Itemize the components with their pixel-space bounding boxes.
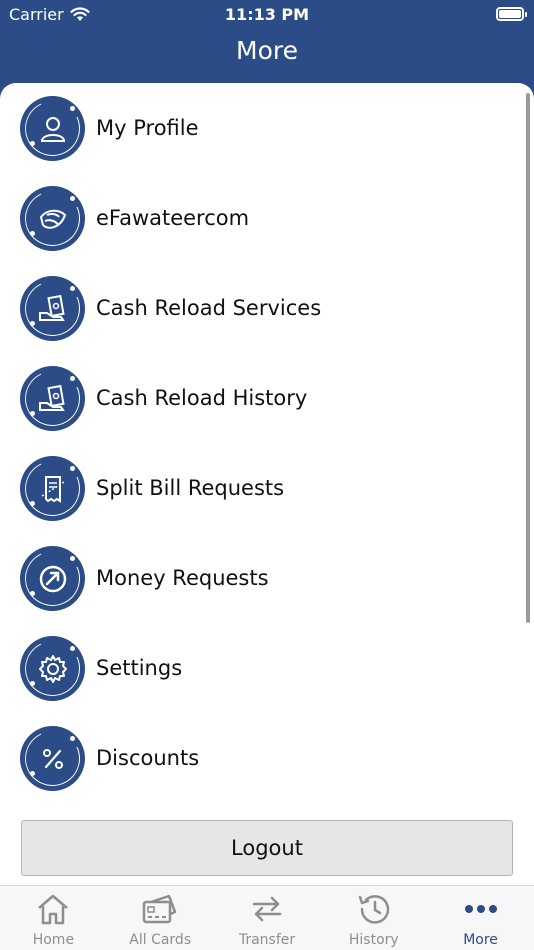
tab-transfer[interactable]: Transfer <box>214 886 321 950</box>
menu-item-cash-reload-services[interactable]: Cash Reload Services <box>0 273 520 344</box>
tab-label: History <box>348 932 399 948</box>
home-icon <box>38 894 69 925</box>
battery-icon <box>496 7 527 21</box>
cash-reload-icon <box>17 273 88 344</box>
tab-home[interactable]: Home <box>0 886 107 950</box>
tab-label: Home <box>32 932 75 948</box>
user-icon <box>17 93 88 164</box>
menu-item-label: Discounts <box>96 746 200 770</box>
menu-item-discounts[interactable]: Discounts <box>0 723 520 794</box>
tab-bar: Home All Cards Transfer History More <box>0 885 534 950</box>
tab-label: Transfer <box>238 932 296 948</box>
logout-button[interactable]: Logout <box>21 820 513 876</box>
menu-item-label: Cash Reload History <box>96 386 308 410</box>
menu-item-label: eFawateercom <box>96 206 250 230</box>
status-bar: Carrier 11:13 PM <box>0 0 534 30</box>
more-icon <box>464 905 497 913</box>
cash-history-icon <box>17 363 88 434</box>
efawateercom-icon <box>17 183 88 254</box>
transfer-icon <box>252 896 282 922</box>
split-bill-icon <box>17 453 88 524</box>
more-menu-panel: My Profile eFawateercom Cash Reload Serv… <box>0 83 534 885</box>
gear-icon <box>17 633 88 704</box>
menu-item-cash-reload-history[interactable]: Cash Reload History <box>0 363 520 434</box>
menu-item-label: Settings <box>96 656 183 680</box>
menu-item-split-bill-requests[interactable]: Split Bill Requests <box>0 453 520 524</box>
menu-item-label: My Profile <box>96 116 199 140</box>
menu-item-label: Cash Reload Services <box>96 296 322 320</box>
money-request-icon <box>17 543 88 614</box>
menu-item-money-requests[interactable]: Money Requests <box>0 543 520 614</box>
tab-label: More <box>463 932 498 948</box>
scrollbar[interactable] <box>526 93 530 623</box>
percent-icon <box>17 723 88 794</box>
page-title: More <box>236 36 298 65</box>
history-icon <box>358 895 390 924</box>
tab-all-cards[interactable]: All Cards <box>107 886 214 950</box>
menu-item-settings[interactable]: Settings <box>0 633 520 704</box>
menu-item-efawateercom[interactable]: eFawateercom <box>0 183 520 254</box>
menu-item-my-profile[interactable]: My Profile <box>0 93 520 164</box>
cards-icon <box>142 894 177 924</box>
clock: 11:13 PM <box>224 5 310 24</box>
tab-history[interactable]: History <box>320 886 427 950</box>
menu-item-label: Split Bill Requests <box>96 476 285 500</box>
tab-more[interactable]: More <box>427 886 534 950</box>
menu-item-label: Money Requests <box>96 566 269 590</box>
tab-label: All Cards <box>129 932 192 948</box>
